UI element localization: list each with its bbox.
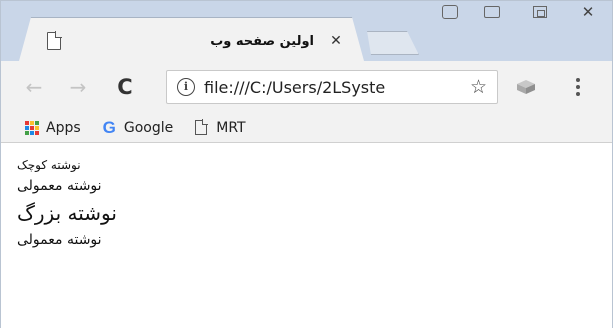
bookmark-label: MRT — [216, 119, 246, 136]
maximize-icon — [533, 6, 547, 18]
page-icon — [195, 119, 209, 135]
new-tab-button[interactable] — [367, 31, 419, 55]
text-large: نوشته بزرگ — [17, 201, 117, 225]
google-g-icon: G — [102, 117, 116, 137]
bookmark-label: Apps — [46, 119, 81, 136]
minimize-button[interactable] — [468, 1, 516, 23]
text-normal: نوشته معمولی — [17, 232, 102, 248]
info-icon[interactable]: i — [177, 78, 195, 96]
bookmark-star-icon[interactable]: ☆ — [470, 76, 487, 98]
bookmark-google[interactable]: G Google — [103, 118, 174, 138]
back-button[interactable]: ← — [23, 76, 45, 98]
tab-close-icon[interactable]: ✕ — [328, 33, 344, 49]
forward-button[interactable]: → — [67, 76, 89, 98]
maximize-button[interactable] — [516, 1, 564, 23]
title-bar: ✕ اولین صفحه وب ✕ — [1, 1, 612, 61]
browser-window: ✕ اولین صفحه وب ✕ ← → C i file:///C:/Use… — [0, 0, 613, 328]
bookmarks-bar: Apps G Google MRT — [1, 113, 612, 143]
menu-icon[interactable] — [575, 75, 581, 99]
bookmark-apps[interactable]: Apps — [25, 120, 81, 136]
window-controls: ✕ — [432, 1, 612, 25]
tab-title: اولین صفحه وب — [210, 33, 314, 49]
text-small: نوشته کوچک — [17, 158, 81, 172]
extension-icon[interactable] — [516, 79, 536, 95]
reload-button[interactable]: C — [114, 76, 136, 98]
user-profile-button[interactable] — [432, 1, 468, 23]
bookmark-mrt[interactable]: MRT — [195, 119, 246, 136]
user-icon — [442, 5, 458, 19]
active-tab[interactable]: اولین صفحه وب ✕ — [19, 17, 364, 61]
bookmark-label: Google — [123, 119, 174, 136]
address-bar[interactable]: i file:///C:/Users/2LSyste ☆ — [166, 70, 498, 104]
text-normal: نوشته معمولی — [17, 178, 102, 194]
apps-grid-icon — [25, 120, 39, 135]
toolbar: ← → C i file:///C:/Users/2LSyste ☆ — [1, 61, 612, 113]
page-content: نوشته کوچک نوشته معمولی نوشته بزرگ نوشته… — [1, 144, 612, 328]
minimize-icon — [484, 6, 500, 18]
page-icon — [47, 31, 62, 50]
url-text[interactable]: file:///C:/Users/2LSyste — [204, 78, 466, 97]
window-close-button[interactable]: ✕ — [564, 1, 612, 23]
